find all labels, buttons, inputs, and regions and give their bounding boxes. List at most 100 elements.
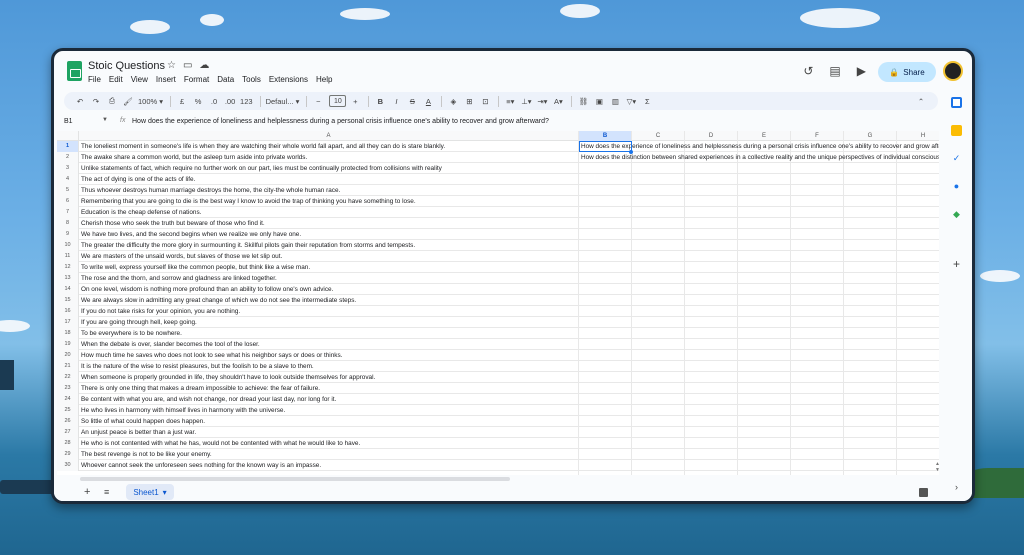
column-header-c[interactable]: C	[632, 131, 685, 141]
cell-a[interactable]: The best revenge is not to be like your …	[79, 449, 579, 460]
insert-chart-icon[interactable]: ▥	[608, 94, 622, 108]
avatar[interactable]	[943, 61, 963, 81]
comments-icon[interactable]: ▤	[829, 64, 840, 78]
cell-b[interactable]	[579, 163, 939, 174]
cell-a[interactable]: The awake share a common world, but the …	[79, 152, 579, 163]
cell-a[interactable]: Whoever cannot seek the unforeseen sees …	[79, 460, 579, 471]
print-icon[interactable]: ⎙	[105, 94, 119, 108]
cloud-status-icon[interactable]: ☁	[199, 60, 209, 71]
cell-a[interactable]: The rose and the thorn, and sorrow and g…	[79, 273, 579, 284]
row-number[interactable]: 20	[57, 350, 79, 361]
row-number[interactable]: 7	[57, 207, 79, 218]
cell-a[interactable]: If you are going through hell, keep goin…	[79, 317, 579, 328]
menu-insert[interactable]: Insert	[156, 75, 176, 84]
redo-icon[interactable]: ↷	[89, 94, 103, 108]
column-header-f[interactable]: F	[791, 131, 844, 141]
cell-b[interactable]	[579, 295, 939, 306]
chevron-down-icon[interactable]: ▾	[163, 488, 167, 497]
add-sheet-icon[interactable]: +	[84, 486, 90, 498]
cell-a[interactable]: We have two lives, and the second begins…	[79, 229, 579, 240]
row-number[interactable]: 13	[57, 273, 79, 284]
menu-view[interactable]: View	[131, 75, 148, 84]
cell-a[interactable]: An unjust peace is better than a just wa…	[79, 427, 579, 438]
column-header-h[interactable]: H	[897, 131, 939, 141]
menu-extensions[interactable]: Extensions	[269, 75, 308, 84]
star-icon[interactable]: ☆	[167, 60, 176, 71]
column-header-a[interactable]: A	[79, 131, 579, 141]
cell-a[interactable]: How much time he saves who does not look…	[79, 350, 579, 361]
strikethrough-button[interactable]: S	[405, 94, 419, 108]
row-number[interactable]: 10	[57, 240, 79, 251]
cell-b[interactable]	[579, 174, 939, 185]
row-number[interactable]: 25	[57, 405, 79, 416]
row-number[interactable]: 27	[57, 427, 79, 438]
spreadsheet-grid[interactable]: ABCDEFGHI 1The loneliest moment in someo…	[57, 131, 939, 475]
row-number[interactable]: 22	[57, 372, 79, 383]
fill-color-icon[interactable]: ◈	[446, 94, 460, 108]
cell-a[interactable]: It is the nature of the wise to resist p…	[79, 361, 579, 372]
cell-a[interactable]: There is only one thing that makes a dre…	[79, 383, 579, 394]
cell-b[interactable]	[579, 284, 939, 295]
calendar-icon[interactable]	[951, 97, 962, 108]
row-number[interactable]: 24	[57, 394, 79, 405]
cell-b[interactable]	[579, 416, 939, 427]
row-number[interactable]: 14	[57, 284, 79, 295]
explore-icon[interactable]	[919, 488, 928, 497]
meet-icon[interactable]: ▶	[857, 64, 866, 78]
cell-a[interactable]: The act of dying is one of the acts of l…	[79, 174, 579, 185]
row-number[interactable]: 26	[57, 416, 79, 427]
menu-edit[interactable]: Edit	[109, 75, 123, 84]
cell-b[interactable]	[579, 328, 939, 339]
font-select[interactable]: Defaul... ▾	[265, 94, 301, 108]
scroll-arrows[interactable]: ▲ ▼	[935, 461, 940, 473]
cell-b[interactable]	[579, 262, 939, 273]
collapse-toolbar-icon[interactable]: ⌃	[914, 94, 928, 108]
cell-b[interactable]	[579, 339, 939, 350]
cell-b[interactable]	[579, 460, 939, 471]
column-header-b[interactable]: B	[579, 131, 632, 141]
row-number[interactable]: 29	[57, 449, 79, 460]
row-number[interactable]: 2	[57, 152, 79, 163]
row-number[interactable]: 16	[57, 306, 79, 317]
cell-a[interactable]: We are masters of the unsaid words, but …	[79, 251, 579, 262]
cell-b[interactable]	[579, 438, 939, 449]
cell-b[interactable]	[579, 218, 939, 229]
cell-b[interactable]	[579, 207, 939, 218]
cell-a[interactable]: Unlike statements of fact, which require…	[79, 163, 579, 174]
borders-icon[interactable]: ⊞	[462, 94, 476, 108]
row-number[interactable]: 3	[57, 163, 79, 174]
cell-a[interactable]: Remembering that you are going to die is…	[79, 196, 579, 207]
increase-decimal-button[interactable]: .00	[223, 94, 237, 108]
cell-a[interactable]: When someone is properly grounded in lif…	[79, 372, 579, 383]
formula-input[interactable]: How does the experience of loneliness an…	[132, 118, 549, 125]
font-size-increase-button[interactable]: +	[348, 94, 362, 108]
horizontal-align-icon[interactable]: ≡▾	[503, 94, 517, 108]
paint-format-icon[interactable]: 🖌	[121, 94, 135, 108]
row-number[interactable]: 1	[57, 141, 79, 152]
sheet-tab[interactable]: Sheet1 ▾	[126, 484, 174, 500]
tasks-icon[interactable]: ✓	[951, 153, 962, 164]
name-box[interactable]: B1	[64, 118, 73, 125]
history-icon[interactable]: ↺	[803, 64, 813, 78]
move-folder-icon[interactable]: ▭	[183, 60, 192, 71]
cell-b[interactable]	[579, 449, 939, 460]
cell-b[interactable]	[579, 350, 939, 361]
row-number[interactable]: 30	[57, 460, 79, 471]
cell-b[interactable]	[579, 185, 939, 196]
font-size-input[interactable]: 10	[329, 95, 347, 107]
select-all-corner[interactable]	[57, 131, 79, 141]
currency-button[interactable]: £	[175, 94, 189, 108]
row-number[interactable]: 21	[57, 361, 79, 372]
cell-a[interactable]: The greater the difficulty the more glor…	[79, 240, 579, 251]
maps-icon[interactable]: ◆	[951, 209, 962, 220]
column-header-g[interactable]: G	[844, 131, 897, 141]
menu-file[interactable]: File	[88, 75, 101, 84]
text-wrap-icon[interactable]: ⇥▾	[535, 94, 549, 108]
filter-icon[interactable]: ▽▾	[624, 94, 638, 108]
row-number[interactable]: 4	[57, 174, 79, 185]
add-on-icon[interactable]: +	[951, 258, 962, 270]
cell-a[interactable]: Education is the cheap defense of nation…	[79, 207, 579, 218]
row-number[interactable]: 15	[57, 295, 79, 306]
cell-b[interactable]	[579, 405, 939, 416]
row-number[interactable]: 19	[57, 339, 79, 350]
